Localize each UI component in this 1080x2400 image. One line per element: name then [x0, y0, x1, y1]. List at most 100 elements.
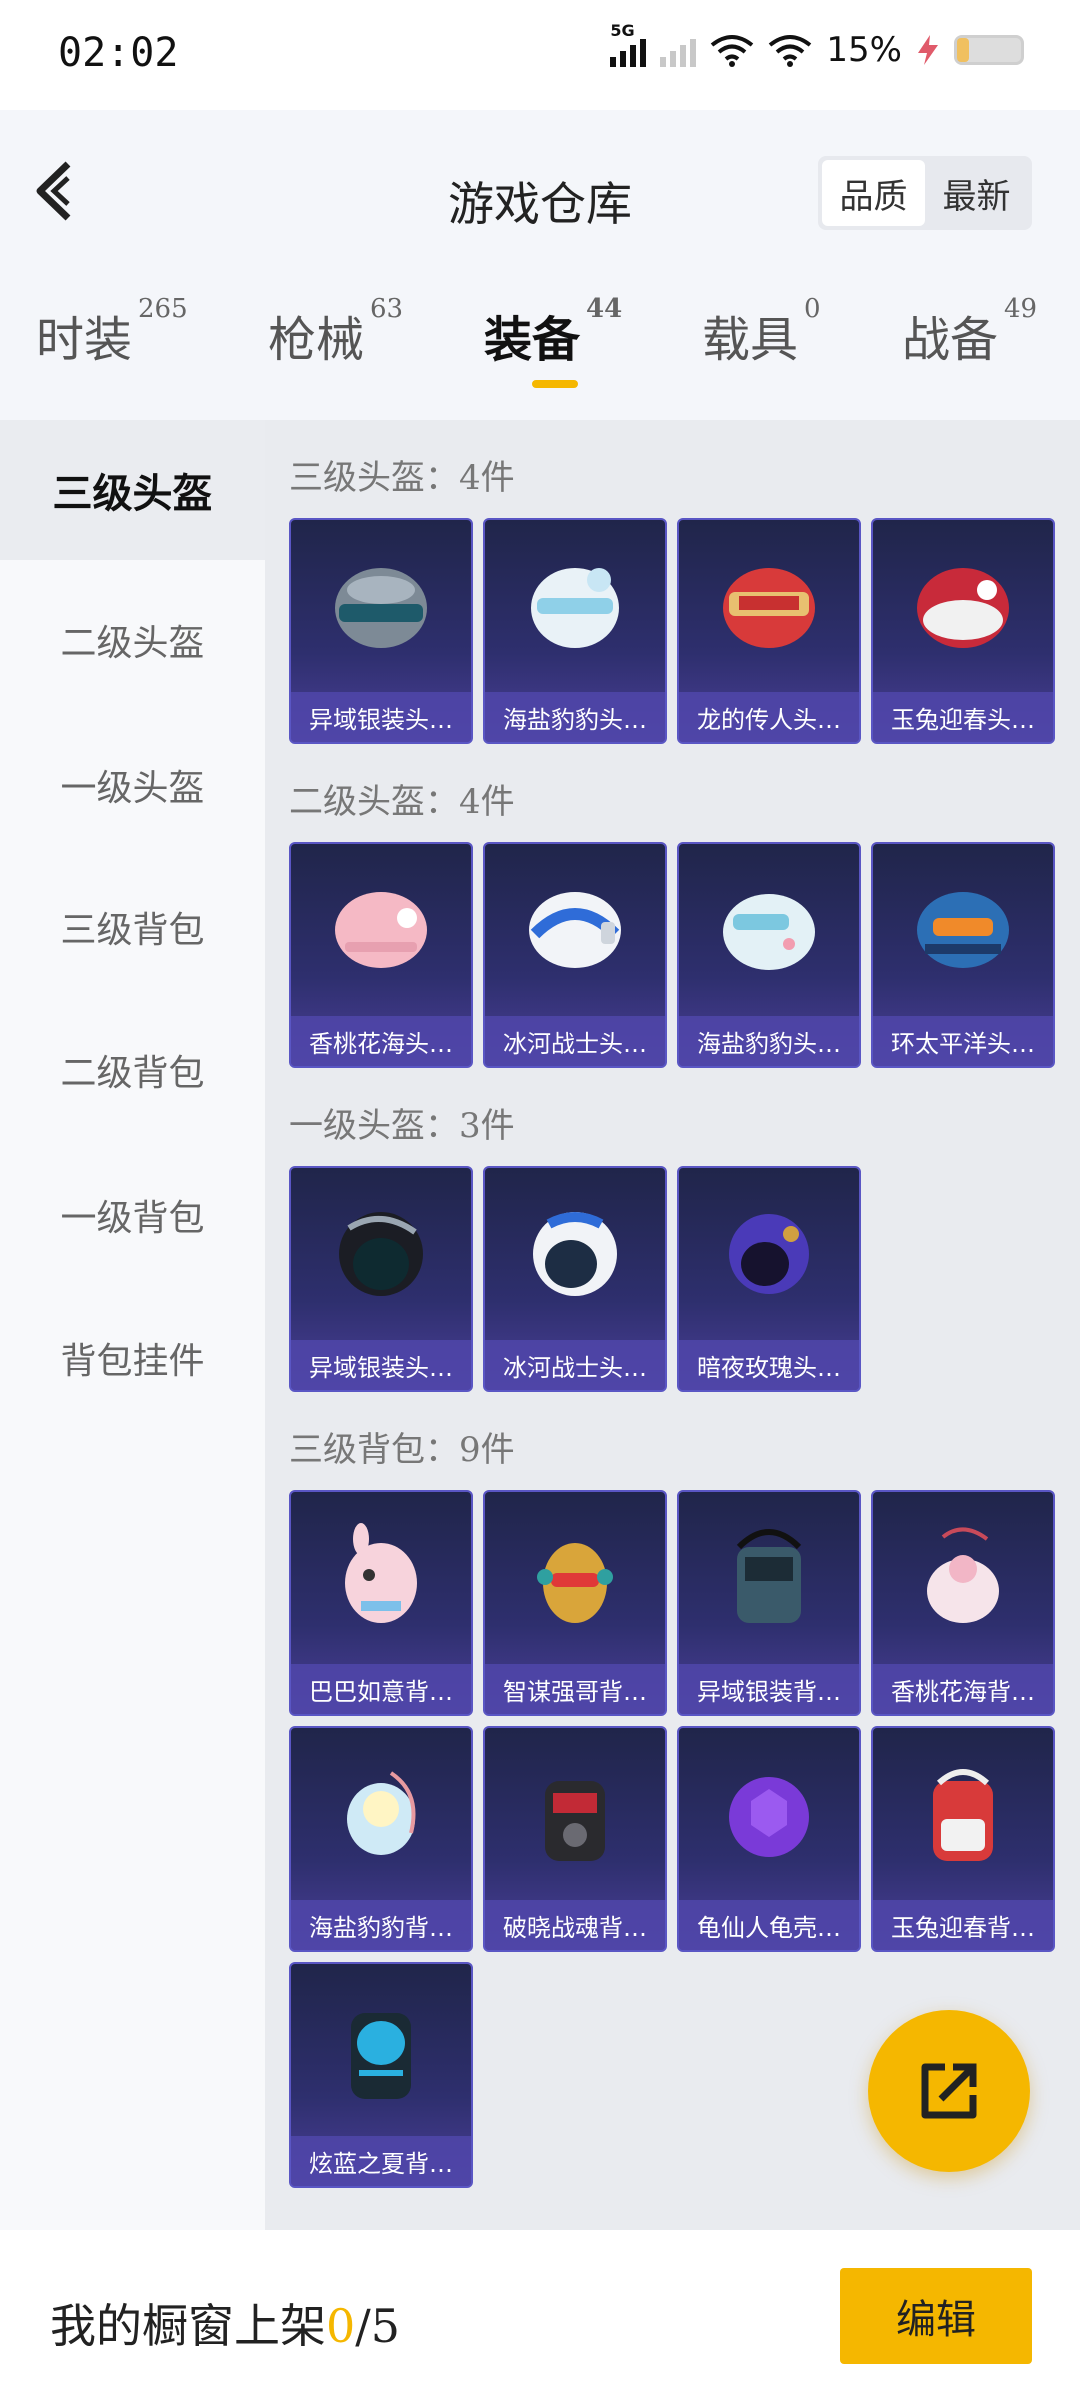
- item-card[interactable]: 玉兔迎春背…: [871, 1726, 1055, 1952]
- item-label: 冰河战士头…: [485, 1340, 665, 1390]
- backpack-image: [485, 1492, 665, 1662]
- item-label: 龟仙人龟壳…: [679, 1900, 859, 1950]
- item-label: 智谋强哥背…: [485, 1664, 665, 1714]
- helmet-image: [291, 1168, 471, 1338]
- item-label: 破晓战魂背…: [485, 1900, 665, 1950]
- helmet-image: [291, 520, 471, 690]
- item-card[interactable]: 异域银装头…: [289, 518, 473, 744]
- wifi-icon-2: [769, 35, 812, 67]
- item-card[interactable]: 炫蓝之夏背…: [289, 1962, 473, 2188]
- helmet-image: [679, 1168, 859, 1338]
- helmet-image: [291, 844, 471, 1014]
- item-card[interactable]: 龟仙人龟壳…: [677, 1726, 861, 1952]
- signal-5g-icon: 5G: [610, 21, 647, 67]
- backpack-image: [485, 1728, 665, 1898]
- tab-vehicles[interactable]: 载具0: [702, 294, 821, 370]
- backpack-image: [291, 1728, 471, 1898]
- backpack-image: [873, 1492, 1053, 1662]
- backpack-image: [291, 1492, 471, 1662]
- battery-icon: [954, 35, 1024, 65]
- tab-count: 63: [370, 294, 404, 324]
- backpack-image: [679, 1492, 859, 1662]
- sort-quality-button[interactable]: 品质: [822, 160, 925, 226]
- showcase-status: 我的橱窗上架0/5: [50, 2290, 400, 2356]
- section-title: 二级头盔：4件: [289, 782, 515, 822]
- tab-count: 0: [804, 294, 821, 324]
- share-icon: [921, 2063, 977, 2119]
- item-label: 玉兔迎春背…: [873, 1900, 1053, 1950]
- category-tabs: 时装265 枪械63 装备44 载具0 战备49: [0, 294, 1080, 410]
- sidebar-item-backpack-1[interactable]: 一级背包: [0, 1145, 265, 1285]
- item-label: 异域银装头…: [291, 1340, 471, 1390]
- item-label: 巴巴如意背…: [291, 1664, 471, 1714]
- tab-label: 时装: [36, 312, 133, 368]
- helmet-image: [873, 844, 1053, 1014]
- charging-icon: [918, 35, 938, 65]
- section-title: 一级头盔：3件: [289, 1106, 515, 1146]
- item-card[interactable]: 异域银装背…: [677, 1490, 861, 1716]
- tab-count: 49: [1004, 294, 1038, 324]
- item-card[interactable]: 海盐豹豹头…: [677, 842, 861, 1068]
- helmet-image: [485, 844, 665, 1014]
- item-card[interactable]: 智谋强哥背…: [483, 1490, 667, 1716]
- sort-toggle: 品质 最新: [818, 156, 1032, 230]
- backpack-image: [679, 1728, 859, 1898]
- tab-label: 装备: [484, 312, 581, 368]
- sidebar-item-helmet-2[interactable]: 二级头盔: [0, 570, 265, 710]
- page-header: 游戏仓库 品质 最新 时装265 枪械63 装备44 载具0 战备49: [0, 110, 1080, 420]
- section-title: 三级头盔：4件: [289, 458, 515, 498]
- sidebar-item-backpack-charm[interactable]: 背包挂件: [0, 1288, 265, 1428]
- item-card[interactable]: 海盐豹豹背…: [289, 1726, 473, 1952]
- battery-percent: 15%: [826, 30, 902, 70]
- item-card[interactable]: 环太平洋头…: [871, 842, 1055, 1068]
- helmet-image: [485, 520, 665, 690]
- tab-battle-gear[interactable]: 战备49: [902, 294, 1037, 370]
- item-label: 香桃花海头…: [291, 1016, 471, 1066]
- sidebar-item-helmet-3[interactable]: 三级头盔: [0, 420, 265, 560]
- item-card[interactable]: 香桃花海背…: [871, 1490, 1055, 1716]
- item-label: 海盐豹豹头…: [485, 692, 665, 742]
- item-card[interactable]: 香桃花海头…: [289, 842, 473, 1068]
- item-card[interactable]: 异域银装头…: [289, 1166, 473, 1392]
- item-card[interactable]: 破晓战魂背…: [483, 1726, 667, 1952]
- item-card[interactable]: 暗夜玫瑰头…: [677, 1166, 861, 1392]
- item-label: 玉兔迎春头…: [873, 692, 1053, 742]
- network-type-label: 5G: [610, 21, 635, 40]
- active-tab-indicator: [532, 380, 578, 388]
- item-label: 暗夜玫瑰头…: [679, 1340, 859, 1390]
- status-icons: 5G 15%: [610, 21, 1024, 70]
- helmet-image: [679, 520, 859, 690]
- share-button[interactable]: [868, 2010, 1030, 2172]
- wifi-icon: [711, 35, 754, 67]
- item-label: 异域银装头…: [291, 692, 471, 742]
- item-card[interactable]: 龙的传人头…: [677, 518, 861, 744]
- backpack-image: [873, 1728, 1053, 1898]
- tab-equipment[interactable]: 装备44: [484, 294, 622, 370]
- item-label: 海盐豹豹背…: [291, 1900, 471, 1950]
- helmet-image: [679, 844, 859, 1014]
- item-card[interactable]: 玉兔迎春头…: [871, 518, 1055, 744]
- item-card[interactable]: 冰河战士头…: [483, 1166, 667, 1392]
- category-sidebar: 三级头盔 二级头盔 一级头盔 三级背包 二级背包 一级背包 背包挂件: [0, 420, 265, 2230]
- item-card[interactable]: 冰河战士头…: [483, 842, 667, 1068]
- item-label: 龙的传人头…: [679, 692, 859, 742]
- sidebar-item-backpack-2[interactable]: 二级背包: [0, 1000, 265, 1140]
- tab-fashion[interactable]: 时装265: [36, 294, 188, 370]
- sidebar-item-helmet-1[interactable]: 一级头盔: [0, 715, 265, 855]
- tab-count: 265: [138, 294, 188, 324]
- edit-button[interactable]: 编辑: [840, 2268, 1032, 2364]
- sidebar-item-backpack-3[interactable]: 三级背包: [0, 857, 265, 997]
- signal-2-icon: [660, 33, 697, 67]
- sort-newest-button[interactable]: 最新: [925, 160, 1028, 226]
- tab-count: 44: [586, 294, 623, 324]
- item-card[interactable]: 海盐豹豹头…: [483, 518, 667, 744]
- item-label: 炫蓝之夏背…: [291, 2136, 471, 2186]
- item-label: 环太平洋头…: [873, 1016, 1053, 1066]
- item-card[interactable]: 巴巴如意背…: [289, 1490, 473, 1716]
- tab-weapons[interactable]: 枪械63: [268, 294, 403, 370]
- helmet-image: [485, 1168, 665, 1338]
- showcase-label: 我的橱窗上架: [50, 2299, 326, 2353]
- showcase-count: 0: [326, 2299, 356, 2353]
- section-title: 三级背包：9件: [289, 1430, 515, 1470]
- tab-label: 载具: [702, 312, 799, 368]
